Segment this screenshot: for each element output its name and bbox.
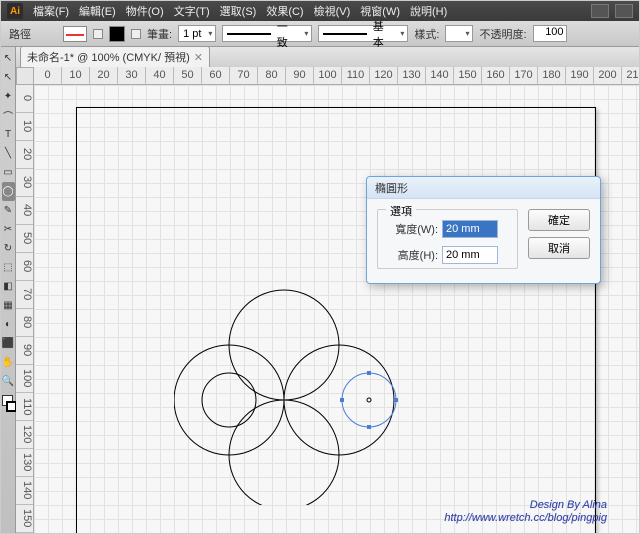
pencil-tool[interactable]: ✎: [2, 201, 15, 220]
height-input[interactable]: [442, 246, 498, 264]
selection-tool[interactable]: ↖: [2, 49, 15, 68]
selected-ellipse[interactable]: [342, 373, 396, 427]
cancel-button[interactable]: 取消: [528, 237, 590, 259]
credit-text: Design By Alina http://www.wretch.cc/blo…: [444, 499, 607, 525]
zoom-tool[interactable]: 🔍: [2, 372, 15, 391]
document-area: 未命名-1* @ 100% (CMYK/ 預視) ✕ 01020 304050 …: [16, 47, 639, 533]
pen-tool[interactable]: ⌒: [2, 106, 15, 125]
style-label: 樣式:: [414, 26, 439, 42]
menu-type[interactable]: 文字(T): [174, 3, 210, 19]
scissors-tool[interactable]: ✂: [2, 220, 15, 239]
rectangle-tool[interactable]: ▭: [2, 163, 15, 182]
ok-button[interactable]: 確定: [528, 209, 590, 231]
fill-stroke-control[interactable]: [2, 395, 15, 415]
opacity-label: 不透明度:: [479, 26, 526, 42]
ruler-horizontal: 01020 304050 607080 90100110 120130140 1…: [34, 67, 639, 85]
profile-sample-icon: [227, 33, 270, 35]
line-tool[interactable]: ╲: [2, 144, 15, 163]
arrange-icon[interactable]: [615, 4, 633, 18]
app-logo: Ai: [7, 3, 23, 19]
menu-bar: Ai 檔案(F) 編輯(E) 物件(O) 文字(T) 選取(S) 效果(C) 檢…: [1, 1, 639, 21]
stroke-weight-dropdown[interactable]: 1 pt: [178, 25, 216, 42]
menu-file[interactable]: 檔案(F): [33, 3, 69, 19]
brush-dropdown[interactable]: 基本: [318, 25, 408, 42]
width-tool[interactable]: ⬚: [2, 258, 15, 277]
hand-tool[interactable]: ✋: [2, 353, 15, 372]
fill-toggle-icon[interactable]: [131, 29, 141, 39]
height-label: 高度(H):: [386, 247, 438, 263]
path-label: 路徑: [9, 26, 31, 42]
direct-selection-tool[interactable]: ↖: [2, 68, 15, 87]
mesh-tool[interactable]: ▦: [2, 296, 15, 315]
shape-builder-tool[interactable]: ◧: [2, 277, 15, 296]
menu-edit[interactable]: 編輯(E): [79, 3, 116, 19]
ellipse-tool[interactable]: ◯: [2, 182, 15, 201]
magic-wand-tool[interactable]: ✦: [2, 87, 15, 106]
menu-select[interactable]: 選取(S): [220, 3, 257, 19]
menu-object[interactable]: 物件(O): [126, 3, 164, 19]
options-bar: 路徑 筆畫: 1 pt 一致 基本 樣式: 不透明度: 100: [1, 21, 639, 47]
style-dropdown[interactable]: [445, 25, 473, 42]
close-icon[interactable]: ✕: [194, 51, 203, 64]
canvas[interactable]: [34, 85, 639, 533]
menu-view[interactable]: 檢視(V): [314, 3, 351, 19]
tab-bar: 未命名-1* @ 100% (CMYK/ 預視) ✕: [16, 47, 639, 67]
profile-dropdown[interactable]: 一致: [222, 25, 312, 42]
dialog-group-label: 選項: [386, 203, 416, 219]
tab-title: 未命名-1* @ 100% (CMYK/ 預視): [27, 49, 190, 65]
type-tool[interactable]: T: [2, 125, 15, 144]
rotate-tool[interactable]: ↻: [2, 239, 15, 258]
artboard-tool[interactable]: ⬛: [2, 334, 15, 353]
width-label: 寬度(W):: [386, 221, 438, 237]
menu-help[interactable]: 說明(H): [410, 3, 447, 19]
opacity-input[interactable]: 100: [533, 25, 567, 42]
swap-icon[interactable]: [93, 29, 103, 39]
stroke-label: 筆畫:: [147, 26, 172, 42]
document-tab[interactable]: 未命名-1* @ 100% (CMYK/ 預視) ✕: [20, 46, 210, 67]
ruler-corner: [16, 67, 34, 85]
width-input[interactable]: [442, 220, 498, 238]
tool-panel: ↖ ↖ ✦ ⌒ T ╲ ▭ ◯ ✎ ✂ ↻ ⬚ ◧ ▦ ◐ ⬛ ✋ 🔍: [1, 47, 16, 533]
ruler-vertical: 01020 304050 607080 90100110 120130140 1…: [16, 85, 34, 533]
gradient-tool[interactable]: ◐: [2, 315, 15, 334]
layout-icon[interactable]: [591, 4, 609, 18]
drawing-shapes: [174, 275, 434, 508]
dialog-title[interactable]: 橢圓形: [367, 177, 600, 199]
ellipse-dialog: 橢圓形 選項 寬度(W): 高度(H): 確定 取消: [366, 176, 601, 284]
brush-sample-icon: [323, 33, 366, 35]
stroke-swatch[interactable]: [63, 26, 87, 42]
fill-swatch[interactable]: [109, 26, 125, 42]
